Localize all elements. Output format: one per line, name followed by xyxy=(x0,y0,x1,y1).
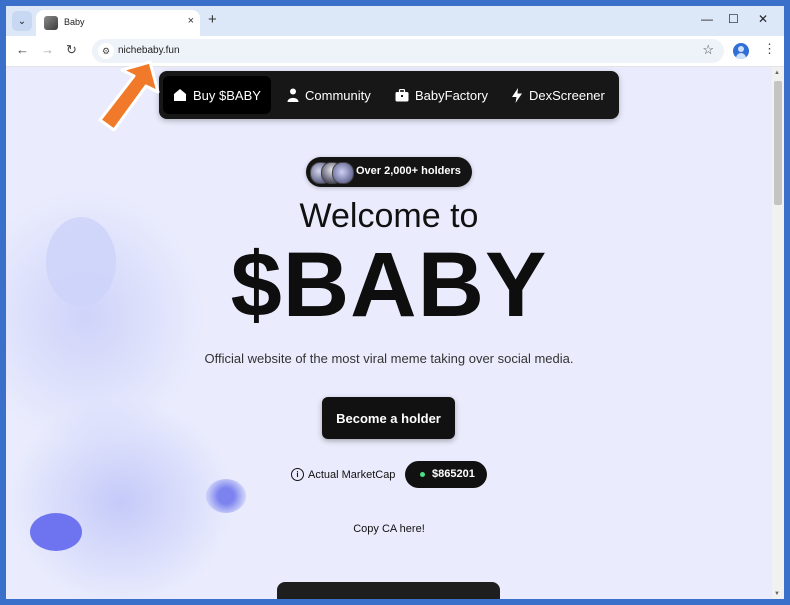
tagline: Official website of the most viral meme … xyxy=(204,351,574,366)
status-dot-icon xyxy=(420,472,425,477)
welcome-heading: Welcome to xyxy=(299,197,479,235)
nav-label: Buy $BABY xyxy=(193,87,261,103)
maximize-button[interactable]: ☐ xyxy=(728,13,739,25)
briefcase-icon xyxy=(395,88,409,101)
bookmark-star-icon[interactable]: ☆ xyxy=(702,43,714,57)
user-icon xyxy=(287,88,299,102)
reload-button[interactable]: ↻ xyxy=(66,43,77,57)
scrollbar-thumb[interactable] xyxy=(774,81,782,205)
tab-title: Baby xyxy=(64,17,85,27)
copy-ca-text: Copy CA here! xyxy=(353,523,425,535)
holders-count: Over 2,000+ holders xyxy=(356,165,461,177)
profile-avatar-icon[interactable] xyxy=(733,43,749,59)
holders-badge: Over 2,000+ holders xyxy=(306,157,472,187)
nav-buy-baby[interactable]: Buy $BABY xyxy=(163,76,271,114)
nav-dexscreener[interactable]: DexScreener xyxy=(511,76,605,114)
web-page: Buy $BABY Community BabyFactory DexScree… xyxy=(6,67,772,599)
holder-avatar xyxy=(332,162,354,184)
info-icon: i xyxy=(291,468,304,481)
nav-community[interactable]: Community xyxy=(287,76,371,114)
bolt-icon xyxy=(512,87,522,103)
minimize-button[interactable]: — xyxy=(701,13,713,25)
copy-ca-link[interactable]: Copy CA here! xyxy=(6,523,772,535)
contract-address-box[interactable] xyxy=(277,582,500,599)
close-window-button[interactable]: ✕ xyxy=(758,13,768,25)
url-text: nichebaby.fun xyxy=(118,45,180,56)
tab-close-button[interactable]: × xyxy=(188,15,194,27)
browser-menu-icon[interactable]: ⋮ xyxy=(763,42,776,56)
chevron-down-icon: ⌄ xyxy=(17,15,27,27)
become-holder-button[interactable]: Become a holder xyxy=(322,397,455,439)
favicon-icon xyxy=(44,16,58,30)
scroll-up-arrow-icon[interactable]: ▲ xyxy=(774,70,780,76)
scroll-down-arrow-icon[interactable]: ▼ xyxy=(774,591,780,597)
new-tab-button[interactable]: + xyxy=(208,12,217,27)
tab-active[interactable]: Baby × xyxy=(36,10,200,36)
forward-button[interactable]: → xyxy=(41,43,54,57)
marketcap-label-text: Actual MarketCap xyxy=(308,468,396,481)
nav-label: Community xyxy=(305,87,371,103)
nav-label: DexScreener xyxy=(529,87,605,103)
nav-babyfactory[interactable]: BabyFactory xyxy=(395,76,488,114)
page-scrollbar[interactable]: ▲ ▼ xyxy=(772,67,784,599)
tab-bar: ⌄ Baby × + — ☐ ✕ xyxy=(6,6,784,36)
home-icon xyxy=(174,89,186,101)
back-button[interactable]: ← xyxy=(16,43,29,57)
address-bar[interactable]: ⚙ nichebaby.fun ☆ xyxy=(92,39,724,63)
background-art xyxy=(6,397,236,599)
annotation-arrow-icon xyxy=(98,60,160,132)
top-navigation: Buy $BABY Community BabyFactory DexScree… xyxy=(159,71,619,119)
site-info-icon[interactable]: ⚙ xyxy=(98,43,114,59)
ticker-heading: $BABY xyxy=(230,234,548,336)
marketcap-badge: $865201 xyxy=(405,461,487,488)
nav-label: BabyFactory xyxy=(415,87,488,103)
marketcap-value: $865201 xyxy=(432,468,475,480)
marketcap-label: i Actual MarketCap xyxy=(291,468,395,481)
background-art xyxy=(206,479,246,513)
tab-search-button[interactable]: ⌄ xyxy=(12,11,32,31)
browser-window: ⌄ Baby × + — ☐ ✕ ← → ↻ ⚙ nichebaby.fun ☆… xyxy=(6,6,784,599)
